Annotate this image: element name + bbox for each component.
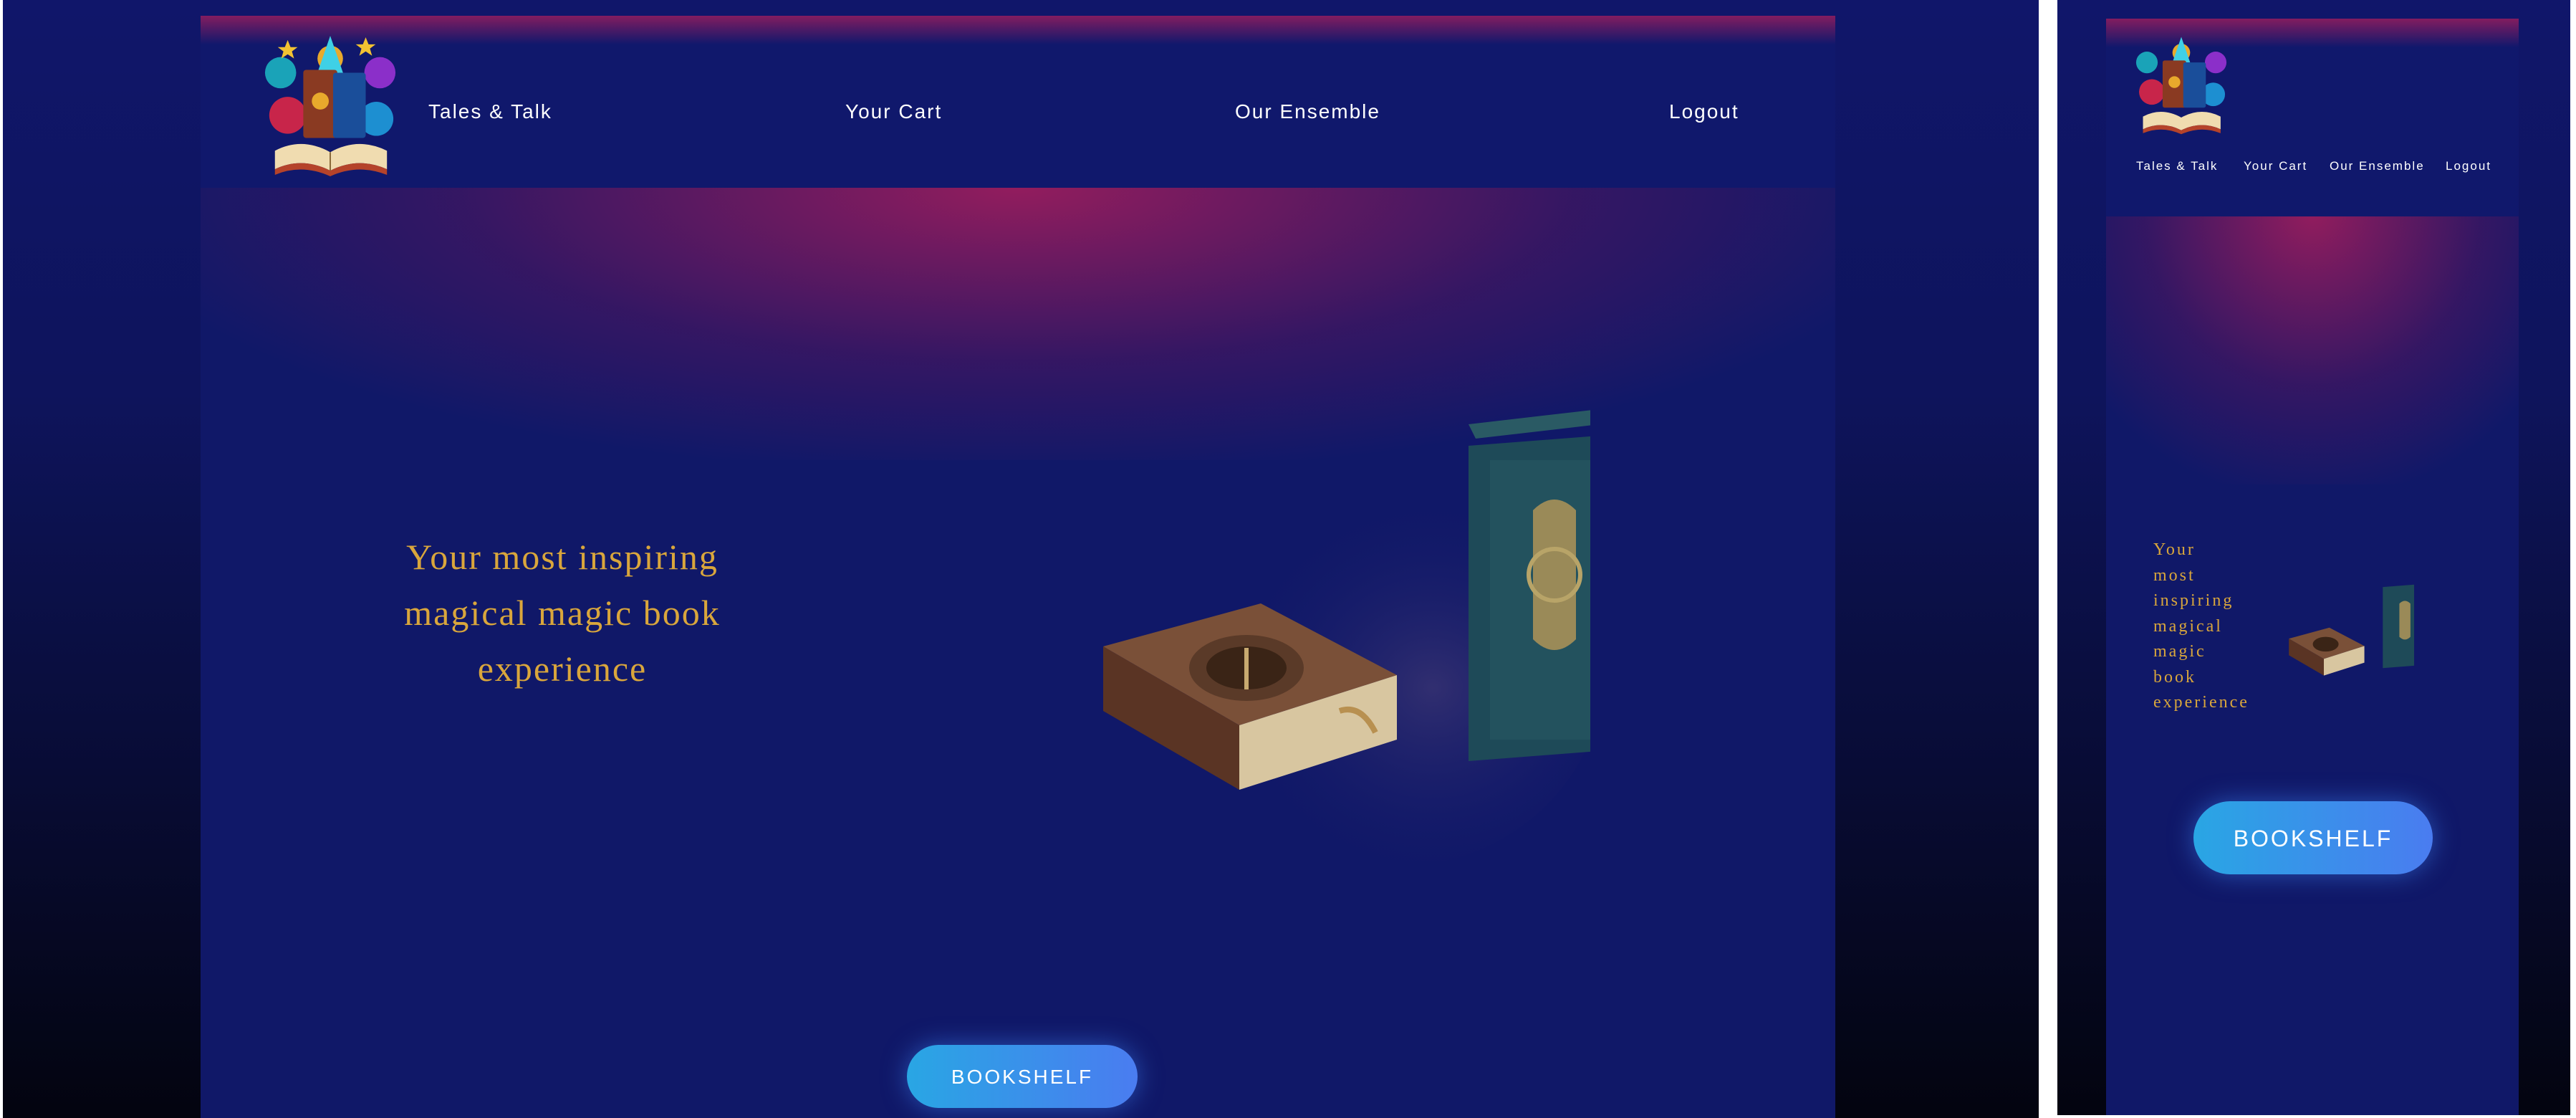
hero-headline: Your most inspiring magical magic book e…	[358, 529, 766, 697]
nav-link-logout[interactable]: Logout	[2446, 159, 2491, 173]
hero-headline-line: magical magic book	[404, 593, 721, 633]
nav-link-cart[interactable]: Your Cart	[845, 100, 942, 123]
desktop-viewport: Tales & Talk Your Cart Our Ensemble Logo…	[3, 0, 2039, 1118]
magic-book-logo-icon[interactable]	[2132, 33, 2231, 136]
hero-headline-line: Your	[2153, 540, 2196, 559]
hero-headline: Your most inspiring magical magic book e…	[2153, 538, 2268, 716]
navbar-top-glow	[201, 16, 1835, 44]
magic-book-logo-icon[interactable]	[259, 30, 401, 179]
hero-headline-line: experience	[477, 649, 648, 689]
magic-books-illustration-icon	[1103, 410, 1590, 861]
nav-link-ensemble[interactable]: Our Ensemble	[1235, 100, 1380, 123]
nav-link-tales-talk[interactable]: Tales & Talk	[2136, 159, 2218, 173]
hero-headline-line: magic	[2153, 642, 2206, 661]
hero-headline-line: Your most inspiring	[406, 537, 719, 577]
bookshelf-button[interactable]: BOOKSHELF	[2193, 801, 2433, 874]
page-container: Tales & Talk Your Cart Our Ensemble Logo…	[201, 16, 1835, 1118]
nav-link-cart[interactable]: Your Cart	[2244, 159, 2307, 173]
hero-headline-line: most	[2153, 565, 2196, 585]
hero-headline-line: experience	[2153, 693, 2249, 712]
nav-link-logout[interactable]: Logout	[1669, 100, 1739, 123]
header-glow	[2106, 212, 2519, 484]
hero-headline-line: inspiring	[2153, 591, 2234, 610]
navbar: Tales & Talk Your Cart Our Ensemble Logo…	[201, 16, 1835, 188]
mobile-viewport: Tales & Talk Your Cart Our Ensemble Logo…	[2057, 0, 2570, 1115]
nav-link-tales-talk[interactable]: Tales & Talk	[428, 100, 552, 123]
navbar: Tales & Talk Your Cart Our Ensemble Logo…	[2106, 19, 2519, 216]
magic-books-illustration-icon	[2289, 584, 2414, 676]
bookshelf-button[interactable]: BOOKSHELF	[907, 1045, 1138, 1108]
page-container: Tales & Talk Your Cart Our Ensemble Logo…	[2106, 19, 2519, 1115]
nav-link-ensemble[interactable]: Our Ensemble	[2330, 159, 2425, 173]
hero-headline-line: magical	[2153, 616, 2223, 636]
hero-headline-line: book	[2153, 667, 2196, 687]
